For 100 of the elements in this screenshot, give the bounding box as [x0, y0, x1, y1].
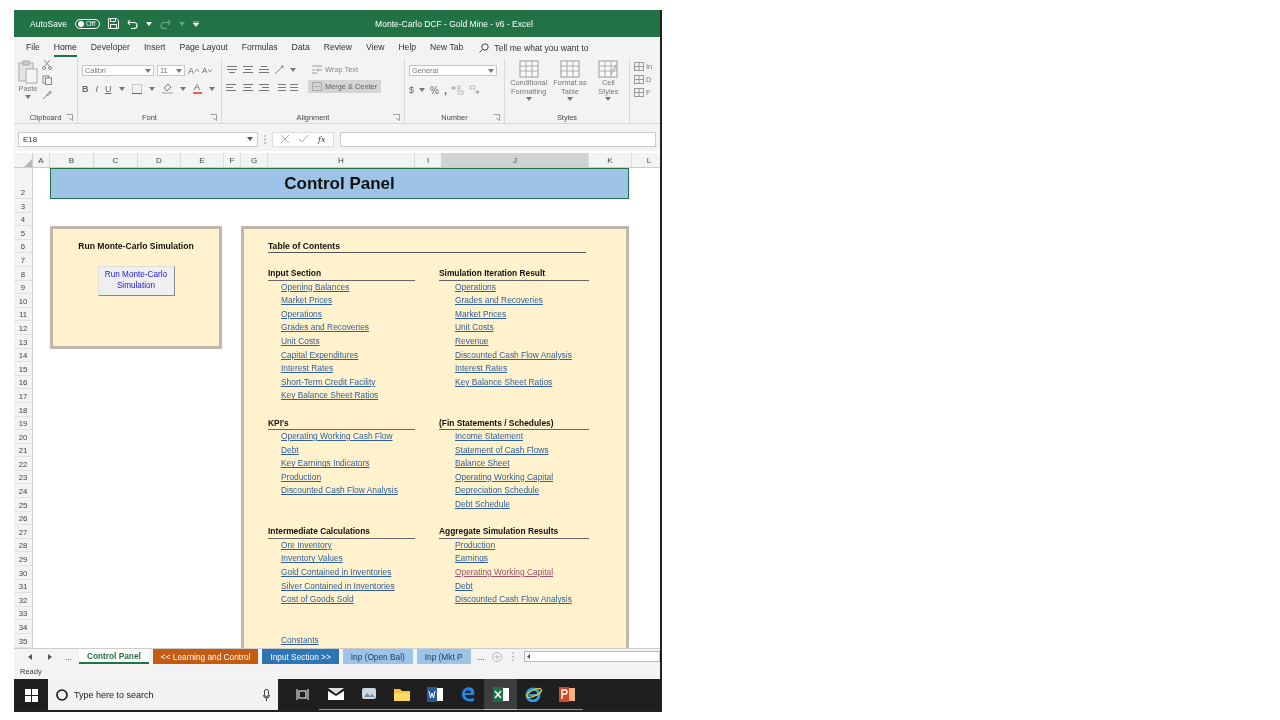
next-sheet-icon[interactable] [47, 653, 52, 660]
contents-link[interactable]: Discounted Cash Flow Analysis [442, 593, 589, 607]
ribbon-tab[interactable]: Home [53, 38, 77, 57]
contents-link[interactable]: Market Prices [442, 307, 589, 322]
contents-link[interactable]: Market Prices [268, 294, 415, 308]
contents-link[interactable]: Income Statement [442, 430, 589, 444]
column-header[interactable]: A [33, 153, 50, 167]
ribbon-tab[interactable]: Data [291, 38, 310, 57]
taskbar-search-field[interactable]: Type here to search [48, 679, 278, 710]
bold-button[interactable]: B [82, 83, 89, 94]
contents-link[interactable]: Revenue [442, 334, 589, 349]
folder-icon[interactable] [393, 687, 410, 701]
align-right-icon[interactable] [258, 83, 270, 93]
contents-link[interactable]: Depreciation Schedule [442, 484, 589, 499]
column-header[interactable]: B [50, 153, 94, 167]
more-sheets-button[interactable]: ... [474, 651, 488, 662]
column-header[interactable]: H [268, 153, 415, 167]
increase-decimal-icon[interactable] [452, 85, 464, 95]
dialog-launcher-icon[interactable] [210, 114, 217, 121]
check-icon[interactable] [299, 135, 308, 143]
contents-link[interactable]: Production [442, 538, 589, 553]
ribbon-tab[interactable]: Formulas [241, 38, 278, 57]
insert-function-button[interactable]: fx [318, 134, 326, 144]
contents-link[interactable]: Operating Working Capital [442, 470, 589, 485]
ribbon-tab[interactable]: File [26, 38, 40, 57]
contents-link[interactable]: Unit Costs [442, 321, 589, 335]
contents-link[interactable]: Debt Schedule [442, 498, 589, 512]
scroll-left-icon[interactable] [524, 653, 533, 660]
more-sheets-button[interactable]: ... [62, 651, 75, 662]
contents-link[interactable]: Key Balance Sheet Ratios [268, 389, 415, 403]
sheet-tab[interactable]: Inp (Mkt P [416, 649, 471, 664]
ribbon-tab[interactable]: New Tab [430, 38, 464, 57]
ribbon-tab[interactable]: Page Layout [179, 38, 228, 57]
contents-link[interactable]: Production [268, 470, 415, 485]
ribbon-tab[interactable]: Review [323, 38, 352, 57]
document-icon[interactable] [426, 686, 443, 702]
comma-style-button[interactable]: , [443, 84, 447, 96]
task-view-icon[interactable] [296, 688, 309, 700]
column-header[interactable]: G [241, 153, 268, 167]
contents-link[interactable]: Earnings [442, 552, 589, 567]
contents-link[interactable]: Short-Term Credit Facility [268, 375, 415, 390]
contents-link[interactable]: Debt [442, 579, 589, 594]
contents-link[interactable]: Capital Expenditures [268, 348, 415, 363]
column-header[interactable]: D [138, 153, 181, 167]
column-header[interactable]: J [442, 153, 589, 167]
contents-link[interactable]: Discounted Cash Flow Analysis [442, 348, 589, 363]
column-header[interactable]: L [632, 153, 660, 167]
font-color-button[interactable]: A [192, 83, 202, 94]
formula-input[interactable] [340, 131, 656, 147]
contents-link[interactable]: Silver Contained in Inventories [268, 579, 415, 594]
shrink-font-button[interactable]: A [202, 66, 213, 75]
orientation-icon[interactable] [274, 65, 286, 75]
borders-icon[interactable] [131, 83, 142, 94]
contents-link[interactable]: Cost of Goods Sold [268, 593, 415, 607]
align-left-icon[interactable] [226, 83, 238, 93]
dialog-launcher-icon[interactable] [66, 114, 73, 121]
contents-link[interactable]: Operations [268, 307, 415, 322]
name-box[interactable]: E18 [18, 131, 258, 147]
contents-link[interactable]: Debt [268, 443, 415, 458]
microphone-icon[interactable] [263, 689, 270, 701]
windows-icon[interactable] [24, 688, 38, 702]
undo-icon[interactable] [127, 18, 139, 29]
align-middle-icon[interactable] [242, 65, 254, 75]
ribbon-tab[interactable]: View [365, 38, 385, 57]
contents-link[interactable]: Interest Rates [268, 362, 415, 376]
contents-link[interactable]: Ore Inventory [268, 538, 415, 553]
italic-button[interactable]: I [95, 83, 98, 94]
contents-link[interactable]: Constants [268, 634, 415, 648]
align-bottom-icon[interactable] [258, 65, 270, 75]
contents-link[interactable]: Opening Balances [268, 280, 415, 295]
previous-sheet-icon[interactable] [28, 653, 33, 660]
ribbon-tab[interactable]: Help [398, 38, 417, 57]
grow-font-button[interactable]: A [188, 65, 199, 76]
contents-link[interactable]: Operating Working Cash Flow [268, 430, 415, 444]
contents-link[interactable]: Gold Contained in Inventories [268, 566, 415, 580]
column-header[interactable]: E [181, 153, 224, 167]
dialog-launcher-icon[interactable] [393, 114, 400, 121]
column-header[interactable]: C [94, 153, 138, 167]
photo-icon[interactable] [360, 687, 377, 701]
brush-icon[interactable] [42, 90, 52, 100]
mail-icon[interactable] [327, 688, 344, 700]
column-header[interactable]: F [224, 153, 241, 167]
run-simulation-button[interactable]: Run Monte-Carlo Simulation [97, 265, 175, 296]
contents-link[interactable]: Key Balance Sheet Ratios [442, 375, 589, 390]
globe-icon[interactable] [525, 686, 542, 702]
currency-button[interactable]: $ [409, 85, 414, 95]
contents-link[interactable]: Unit Costs [268, 334, 415, 349]
customize-icon[interactable] [193, 20, 200, 27]
sheet-tab[interactable]: Input Section >> [262, 649, 339, 664]
dialog-launcher-icon[interactable] [493, 114, 500, 121]
cancel-icon[interactable] [281, 135, 289, 143]
contents-link[interactable]: Operations [442, 280, 589, 295]
contents-link[interactable]: Key Earnings Indicators [268, 457, 415, 471]
horizontal-scrollbar[interactable] [523, 651, 660, 662]
presentation-icon[interactable] [558, 686, 575, 702]
contents-link[interactable]: Interest Rates [442, 362, 589, 376]
contents-link[interactable]: Inventory Values [268, 552, 415, 567]
ribbon-tab[interactable]: Developer [90, 38, 130, 57]
contents-link[interactable]: Balance Sheet [442, 457, 589, 471]
fill-color-icon[interactable] [161, 83, 173, 94]
